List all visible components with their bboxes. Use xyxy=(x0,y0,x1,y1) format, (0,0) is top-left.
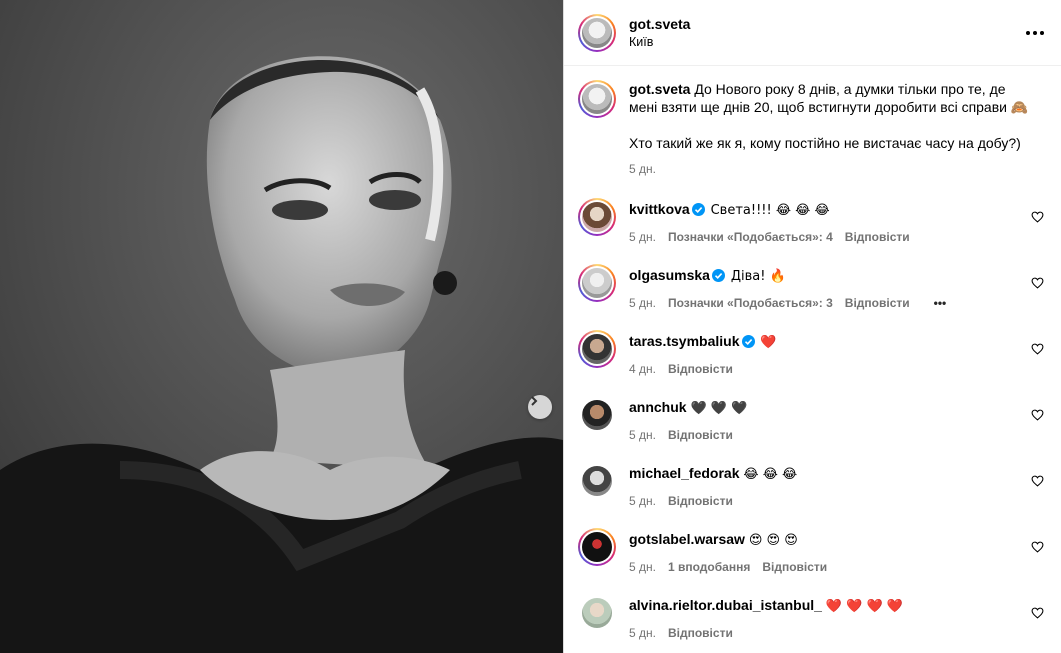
post-location[interactable]: Київ xyxy=(629,35,1023,49)
comment-time[interactable]: 5 дн. xyxy=(629,624,656,642)
author-avatar[interactable] xyxy=(578,13,616,52)
comment-text: Света!!!! 😂 😂 😂 xyxy=(710,203,830,219)
like-comment-button[interactable] xyxy=(1031,474,1047,490)
reply-button[interactable]: Відповісти xyxy=(845,294,910,312)
comment-time[interactable]: 5 дн. xyxy=(629,558,656,576)
comment-time[interactable]: 5 дн. xyxy=(629,294,656,312)
comment-likes[interactable]: 1 вподобання xyxy=(668,558,750,576)
portrait-photo xyxy=(0,0,563,653)
heart-outline-icon xyxy=(1031,211,1044,223)
like-comment-button[interactable] xyxy=(1031,342,1047,358)
reply-button[interactable]: Відповісти xyxy=(845,228,910,246)
commenter-username[interactable]: taras.tsymbaliuk xyxy=(629,333,740,349)
reply-button[interactable]: Відповісти xyxy=(668,492,733,510)
next-photo-button[interactable] xyxy=(528,395,552,419)
commenter-username[interactable]: gotslabel.warsaw xyxy=(629,531,745,547)
comment-item: taras.tsymbaliuk ❤️ 4 дн. Відповісти xyxy=(578,330,1047,396)
author-username[interactable]: got.sveta xyxy=(629,16,1023,32)
comment-item: alvina.rieltor.dubai_istanbul_ ❤️ ❤️ ❤️ … xyxy=(578,594,1047,653)
heart-outline-icon xyxy=(1031,343,1044,355)
author-avatar-caption[interactable] xyxy=(578,80,616,119)
more-options-button[interactable] xyxy=(1023,21,1047,45)
verified-badge-icon xyxy=(711,268,725,286)
post-header: got.sveta Київ xyxy=(564,0,1061,67)
post-dialog: got.sveta Київ got.sveta До Нового року … xyxy=(0,0,1061,653)
commenter-avatar[interactable] xyxy=(578,528,616,567)
commenter-username[interactable]: olgasumska xyxy=(629,267,710,283)
comment-text: Діва! 🔥 xyxy=(730,269,786,285)
heart-outline-icon xyxy=(1031,277,1044,289)
comment-item: annchuk 🖤 🖤 🖤 5 дн. Відповісти xyxy=(578,396,1047,462)
comment-time[interactable]: 5 дн. xyxy=(629,492,656,510)
commenter-avatar[interactable] xyxy=(578,198,616,237)
comment-item: michael_fedorak 😂 😂 😂 5 дн. Відповісти xyxy=(578,462,1047,528)
commenter-avatar[interactable] xyxy=(578,462,616,500)
reply-button[interactable]: Відповісти xyxy=(668,426,733,444)
heart-outline-icon xyxy=(1031,541,1044,553)
comments-list: got.sveta До Нового року 8 днів, а думки… xyxy=(564,66,1061,653)
commenter-avatar[interactable] xyxy=(578,396,616,434)
comment-likes[interactable]: Позначки «Подобається»: 3 xyxy=(668,294,833,312)
caption-time[interactable]: 5 дн. xyxy=(629,160,656,178)
post-caption: got.sveta До Нового року 8 днів, а думки… xyxy=(578,80,1047,198)
comment-text: 😂 😂 😂 xyxy=(743,467,798,483)
commenter-avatar[interactable] xyxy=(578,264,616,303)
post-sidebar: got.sveta Київ got.sveta До Нового року … xyxy=(563,0,1061,653)
heart-outline-icon xyxy=(1031,409,1044,421)
like-comment-button[interactable] xyxy=(1031,606,1047,622)
comment-item: gotslabel.warsaw 😍 😍 😍 5 дн. 1 вподобання В… xyxy=(578,528,1047,594)
comment-item: kvittkova Света!!!! 😂 😂 😂 5 дн. Позначки «… xyxy=(578,198,1047,264)
like-comment-button[interactable] xyxy=(1031,276,1047,292)
comment-time[interactable]: 4 дн. xyxy=(629,360,656,378)
verified-badge-icon xyxy=(741,334,755,352)
caption-username[interactable]: got.sveta xyxy=(629,81,690,97)
commenter-username[interactable]: alvina.rieltor.dubai_istanbul_ xyxy=(629,597,822,613)
like-comment-button[interactable] xyxy=(1031,408,1047,424)
comment-likes[interactable]: Позначки «Подобається»: 4 xyxy=(668,228,833,246)
caption-text-2: Хто такий же як я, кому постійно не вист… xyxy=(629,135,1021,152)
reply-button[interactable]: Відповісти xyxy=(762,558,827,576)
comment-text: ❤️ xyxy=(760,335,777,351)
comment-item: olgasumska Діва! 🔥 5 дн. Позначки «Подобає… xyxy=(578,264,1047,330)
reply-button[interactable]: Відповісти xyxy=(668,360,733,378)
commenter-avatar[interactable] xyxy=(578,594,616,632)
chevron-right-icon xyxy=(531,396,538,406)
commenter-username[interactable]: michael_fedorak xyxy=(629,465,740,481)
verified-badge-icon xyxy=(691,202,705,220)
comment-time[interactable]: 5 дн. xyxy=(629,228,656,246)
comment-more-button[interactable]: ••• xyxy=(934,294,947,312)
like-comment-button[interactable] xyxy=(1031,210,1047,226)
heart-outline-icon xyxy=(1031,607,1044,619)
comment-time[interactable]: 5 дн. xyxy=(629,426,656,444)
comment-text: ❤️ ❤️ ❤️ ❤️ xyxy=(825,599,903,615)
comment-text: 😍 😍 😍 xyxy=(748,533,798,549)
comment-text: 🖤 🖤 🖤 xyxy=(690,401,748,417)
heart-outline-icon xyxy=(1031,475,1044,487)
commenter-username[interactable]: kvittkova xyxy=(629,201,690,217)
reply-button[interactable]: Відповісти xyxy=(668,624,733,642)
commenter-username[interactable]: annchuk xyxy=(629,399,687,415)
post-photo xyxy=(0,0,563,653)
commenter-avatar[interactable] xyxy=(578,330,616,369)
like-comment-button[interactable] xyxy=(1031,540,1047,556)
more-horizontal-icon xyxy=(1026,30,1044,35)
